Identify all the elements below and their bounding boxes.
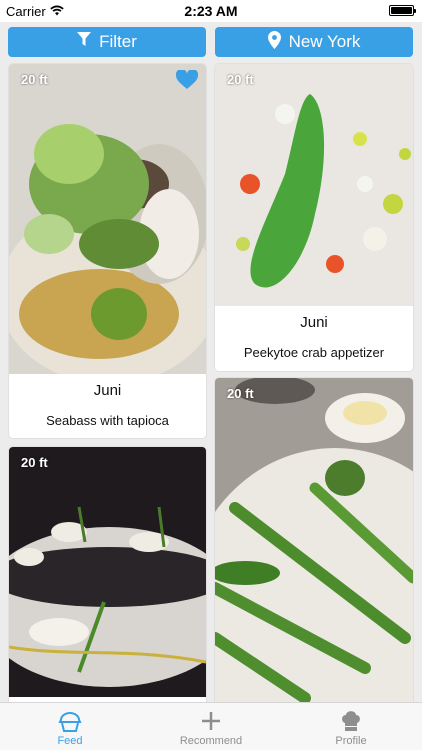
tab-profile-label: Profile [335,735,367,747]
dish-photo[interactable] [9,64,206,374]
location-button[interactable]: New York [215,27,413,57]
tab-profile[interactable]: Profile [281,707,421,747]
card-caption: Juni Seabass with tapioca [9,374,206,438]
recommender-name: Juni [300,314,328,331]
dish-photo[interactable] [9,447,206,697]
feed-card[interactable]: 20 ft [9,447,206,702]
recommender-name: Juni [93,382,122,399]
tab-recommend-label: Recommend [179,735,243,747]
feed-card[interactable]: 20 ft Juni Peekytoe crab appetizer [215,64,413,371]
chef-hat-icon [281,707,421,735]
filter-label: Filter [99,32,137,51]
food-feed[interactable]: 20 ft Juni Seabass with tapioca 20 ft Ju… [0,62,422,702]
dish-photo[interactable] [215,64,413,306]
status-bar: Carrier 2:23 AM [0,0,422,22]
location-label: New York [288,32,361,51]
plus-icon [141,707,281,735]
feed-card[interactable]: 20 ft [215,378,413,702]
status-time: 2:23 AM [184,3,238,19]
battery-icon [389,5,416,16]
distance-label: 20 ft [21,72,48,87]
filter-icon [77,32,92,52]
feed-card[interactable]: 20 ft Juni Seabass with tapioca [9,64,206,438]
distance-label: 20 ft [21,455,48,470]
filter-button[interactable]: Filter [8,27,206,57]
tab-recommend[interactable]: Recommend [141,707,281,747]
tab-bar: Feed Recommend Profile [0,702,422,750]
location-pin-icon [267,30,281,54]
distance-label: 20 ft [227,386,254,401]
cupcake-icon [0,707,140,735]
dish-photo[interactable] [215,378,413,702]
dish-name: Seabass with tapioca [46,413,169,428]
tab-feed[interactable]: Feed [0,707,140,747]
tab-feed-label: Feed [57,735,83,747]
dish-name: Peekytoe crab appetizer [243,345,385,360]
distance-label: 20 ft [227,72,254,87]
top-action-bar: Filter New York [0,22,422,62]
like-heart-icon[interactable] [175,68,199,90]
card-caption: Juni Peekytoe crab appetizer [215,306,413,371]
